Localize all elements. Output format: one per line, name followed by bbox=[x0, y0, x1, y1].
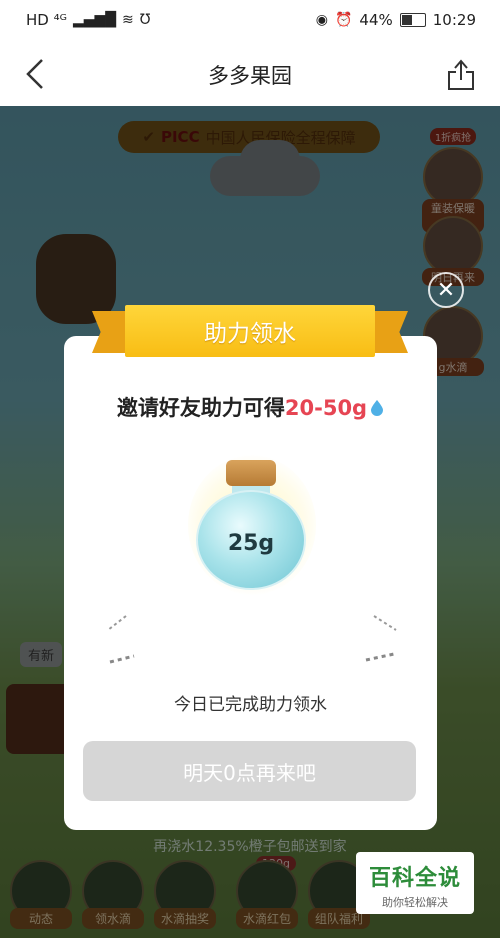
baike-watermark: 百科全说 助你轻松解决 bbox=[356, 852, 474, 914]
alarm-icon: ⏰ bbox=[334, 12, 353, 28]
come-back-tomorrow-button[interactable]: 明天0点再来吧 bbox=[83, 741, 416, 801]
close-icon: ✕ bbox=[436, 277, 456, 303]
status-bar: HD ⁴ᴳ ▂▄▆█ ≋ Ʊ ◉ ⏰ 44% 10:29 bbox=[0, 0, 500, 42]
signal-icon: ▂▄▆█ bbox=[72, 12, 117, 28]
wifi-icon: ≋ bbox=[122, 12, 134, 28]
navigation-bar: 多多果园 bbox=[0, 42, 500, 106]
battery-percent: 44% bbox=[359, 11, 393, 29]
water-bottle: 25g bbox=[196, 490, 306, 590]
eye-icon: ◉ bbox=[315, 12, 328, 28]
completion-status: 今日已完成助力领水 bbox=[174, 695, 327, 715]
bottle-amount: 25g bbox=[227, 530, 275, 556]
watermark-subtitle: 助你轻松解决 bbox=[382, 896, 448, 909]
status-bar-right: ◉ ⏰ 44% 10:29 bbox=[316, 11, 476, 29]
heading-prefix: 邀请好友助力可得 bbox=[116, 396, 285, 420]
clock: 10:29 bbox=[432, 11, 476, 29]
avatar-placeholder-right bbox=[365, 615, 397, 662]
app-notification-icon: Ʊ bbox=[139, 12, 151, 28]
battery-icon bbox=[399, 13, 426, 27]
battery-level bbox=[401, 15, 413, 25]
network-indicator: HD ⁴ᴳ bbox=[26, 11, 67, 29]
share-button[interactable] bbox=[444, 54, 478, 94]
share-icon bbox=[448, 59, 474, 90]
reward-range: 20-50g bbox=[284, 396, 368, 420]
watermark-title: 百科全说 bbox=[368, 866, 461, 891]
reward-heading: 邀请好友助力可得20-50g bbox=[64, 392, 437, 422]
page-title: 多多果园 bbox=[208, 64, 292, 88]
avatar-placeholder-left bbox=[107, 615, 135, 664]
dialog-title: 助力领水 bbox=[125, 305, 375, 357]
water-drop-icon bbox=[371, 400, 384, 416]
status-bar-left: HD ⁴ᴳ ▂▄▆█ ≋ Ʊ bbox=[26, 11, 150, 29]
close-button[interactable]: ✕ bbox=[428, 272, 464, 308]
bottle-cork bbox=[226, 460, 276, 486]
